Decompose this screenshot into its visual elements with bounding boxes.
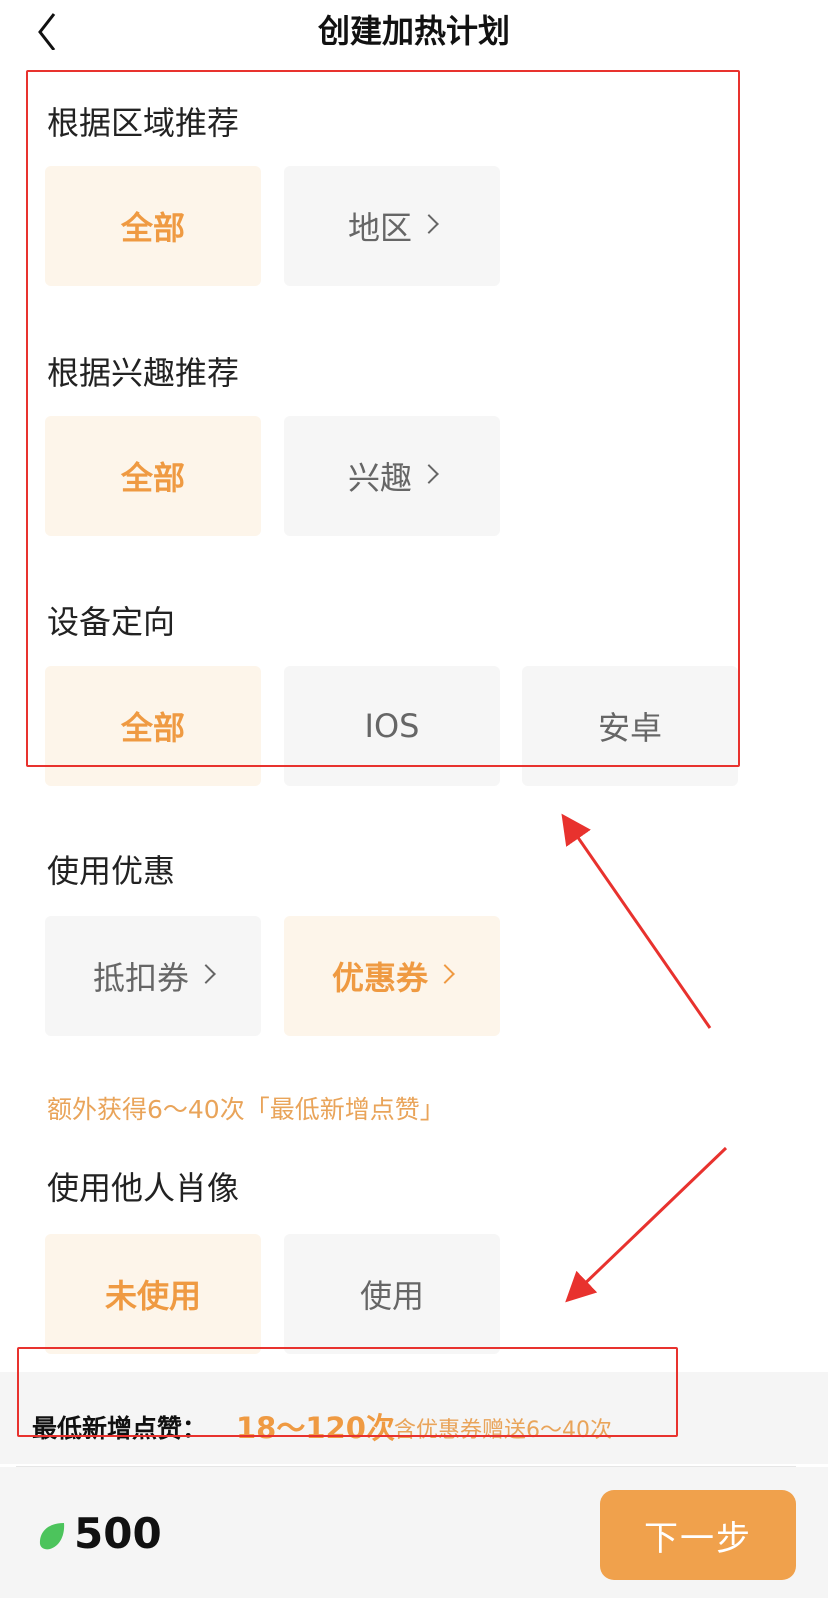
annotation-arrow-down (565, 1146, 728, 1303)
annotation-arrow-up (561, 813, 712, 1029)
annotation-arrows (561, 813, 728, 1303)
